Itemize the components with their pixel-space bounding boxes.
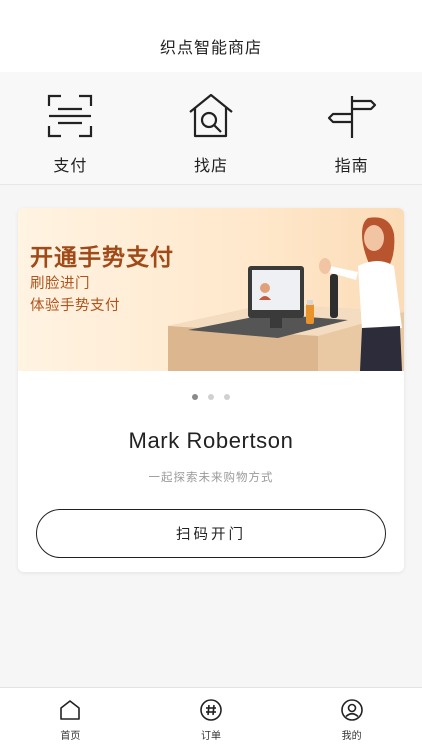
- quick-action-guide[interactable]: 指南: [281, 72, 422, 184]
- scan-to-open-button[interactable]: 扫码开门: [36, 509, 386, 558]
- quick-actions-bar: 支付 找店 指南: [0, 72, 422, 185]
- bottom-tab-bar: 首页 订单 我的: [0, 687, 422, 750]
- scan-pay-icon: [48, 94, 93, 138]
- order-icon: [200, 699, 222, 721]
- signpost-icon: [327, 96, 376, 138]
- store-card: 开通手势支付 刷脸进门 体验手势支付 Mark Robertson 一起探索未来…: [18, 208, 404, 572]
- quick-action-guide-label: 指南: [334, 156, 369, 175]
- banner-subtitle-1: 刷脸进门: [30, 276, 90, 292]
- slogan-text: 一起探索未来购物方式: [148, 470, 274, 484]
- carousel-dot[interactable]: [192, 394, 198, 400]
- top-header: 织点智能商店: [0, 0, 422, 72]
- tab-home[interactable]: 首页: [0, 688, 141, 750]
- tab-profile[interactable]: 我的: [281, 688, 422, 750]
- user-name: Mark Robertson: [128, 428, 294, 453]
- banner-subtitle-2: 体验手势支付: [30, 298, 120, 314]
- quick-action-pay-label: 支付: [53, 156, 88, 175]
- tab-orders[interactable]: 订单: [141, 688, 282, 750]
- carousel-dot[interactable]: [208, 394, 214, 400]
- quick-action-find-store[interactable]: 找店: [141, 72, 282, 184]
- store-search-icon: [189, 93, 233, 138]
- quick-action-find-store-label: 找店: [194, 156, 229, 175]
- tab-home-label: 首页: [60, 731, 81, 742]
- banner-title: 开通手势支付: [30, 245, 174, 271]
- tab-orders-label: 订单: [201, 731, 221, 742]
- profile-icon: [340, 699, 363, 721]
- promo-banner[interactable]: 开通手势支付 刷脸进门 体验手势支付: [18, 208, 404, 371]
- page-title: 织点智能商店: [159, 38, 262, 57]
- quick-action-pay[interactable]: 支付: [0, 72, 141, 184]
- home-icon: [60, 700, 81, 720]
- carousel-indicator: [18, 394, 404, 400]
- carousel-dot[interactable]: [224, 394, 230, 400]
- tab-profile-label: 我的: [341, 731, 362, 742]
